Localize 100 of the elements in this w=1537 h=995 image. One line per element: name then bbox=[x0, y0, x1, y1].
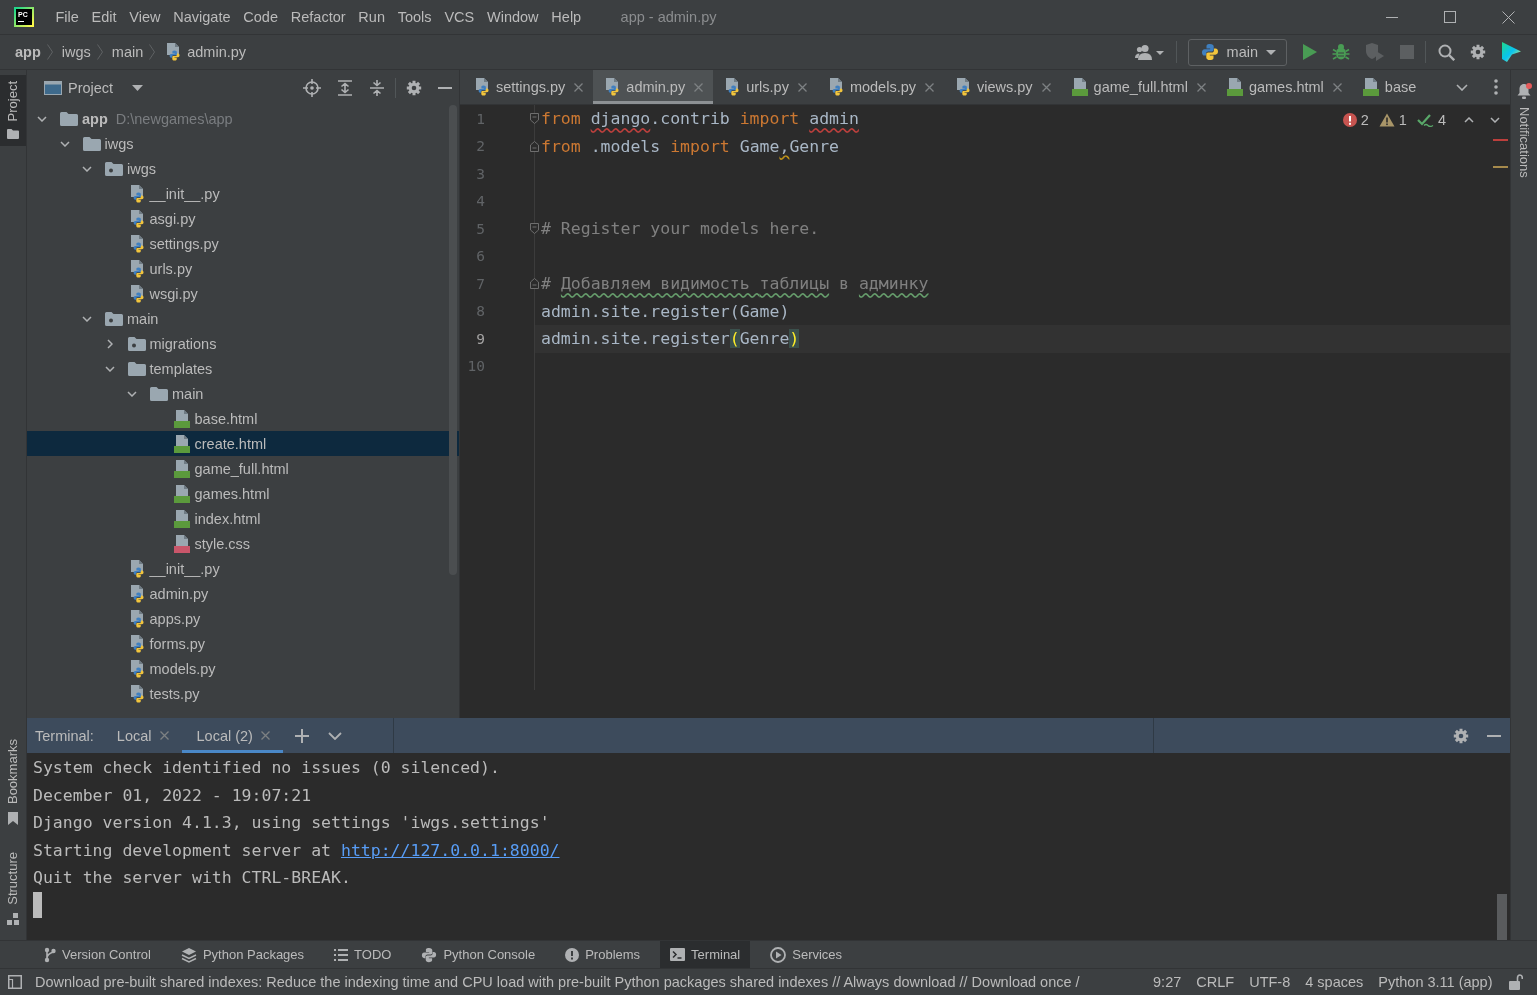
logo-icon[interactable] bbox=[1500, 42, 1521, 62]
tool-window-button[interactable]: Python Console bbox=[411, 941, 546, 968]
menu-item[interactable]: Window bbox=[480, 0, 545, 34]
minimize-icon[interactable] bbox=[1386, 16, 1398, 18]
editor-tab[interactable]: games.html bbox=[1215, 70, 1352, 104]
menu-item[interactable]: Navigate bbox=[166, 0, 237, 34]
tree-item[interactable]: app D:\newgames\app bbox=[27, 106, 459, 131]
menu-item[interactable]: Refactor bbox=[284, 0, 352, 34]
chevron-down-icon[interactable] bbox=[82, 165, 92, 172]
scrollbar-thumb[interactable] bbox=[449, 105, 457, 575]
tree-item[interactable]: iwgs bbox=[27, 156, 459, 181]
breadcrumb-item[interactable]: main bbox=[111, 35, 144, 69]
chevron-right-icon[interactable] bbox=[106, 338, 113, 349]
tree-item[interactable]: index.html bbox=[27, 506, 459, 531]
editor-tab[interactable]: base bbox=[1351, 70, 1427, 104]
tree-item[interactable]: iwgs bbox=[27, 131, 459, 156]
close-icon[interactable] bbox=[925, 82, 934, 92]
crosshair-icon[interactable] bbox=[303, 78, 321, 97]
close-icon[interactable] bbox=[1501, 10, 1515, 24]
fold-marker-icon[interactable] bbox=[530, 140, 539, 152]
lock-icon[interactable] bbox=[1508, 974, 1523, 990]
settings-icon[interactable] bbox=[1469, 44, 1486, 60]
chevron-down-icon[interactable] bbox=[59, 140, 70, 147]
status-widget[interactable]: 4 spaces bbox=[1297, 969, 1371, 995]
tree-item[interactable]: wsgi.py bbox=[27, 281, 459, 306]
tool-window-button[interactable]: Version Control bbox=[34, 941, 161, 968]
editor-tab[interactable]: game_full.html bbox=[1060, 70, 1216, 104]
tree-item[interactable]: urls.py bbox=[27, 256, 459, 281]
menu-item[interactable]: Edit bbox=[85, 0, 123, 34]
tree-item[interactable]: __init__.py bbox=[27, 181, 459, 206]
editor-tab[interactable]: urls.py bbox=[713, 70, 817, 104]
settings-icon[interactable] bbox=[1453, 727, 1469, 744]
tree-item[interactable]: __init__.py bbox=[27, 556, 459, 581]
close-icon[interactable] bbox=[1041, 82, 1051, 92]
people-icon[interactable] bbox=[1134, 44, 1165, 60]
chevron-down-icon[interactable] bbox=[37, 115, 47, 122]
tree-item[interactable]: models.py bbox=[27, 656, 459, 681]
terminal-tab[interactable]: Local bbox=[101, 718, 182, 753]
maximize-icon[interactable] bbox=[1444, 11, 1456, 23]
menu-item[interactable]: Help bbox=[544, 0, 588, 34]
close-icon[interactable] bbox=[574, 82, 584, 92]
tree-item[interactable]: main bbox=[27, 381, 459, 406]
menu-item[interactable]: View bbox=[122, 0, 167, 34]
view-selector-dropdown[interactable]: Project bbox=[68, 70, 144, 105]
menu-item[interactable]: Run bbox=[351, 0, 392, 34]
chevron-down-icon[interactable] bbox=[104, 365, 115, 372]
tree-item[interactable]: game_full.html bbox=[27, 456, 459, 481]
tool-window-button[interactable]: Python Packages bbox=[170, 941, 315, 968]
search-icon[interactable] bbox=[1437, 43, 1455, 61]
tool-window-button[interactable]: TODO bbox=[324, 941, 402, 968]
status-widget[interactable]: 9:27 bbox=[1145, 969, 1189, 995]
frame-icon[interactable] bbox=[8, 975, 22, 989]
collapse-all-icon[interactable] bbox=[369, 79, 385, 96]
tree-item[interactable]: tests.py bbox=[27, 681, 459, 706]
tool-window-button[interactable]: Services bbox=[760, 941, 853, 968]
menu-item[interactable]: Tools bbox=[391, 0, 438, 34]
editor-tab[interactable]: admin.py bbox=[593, 70, 714, 104]
tree-item[interactable]: settings.py bbox=[27, 231, 459, 256]
chevron-down-icon[interactable] bbox=[127, 390, 137, 397]
fold-marker-icon[interactable] bbox=[530, 223, 539, 235]
more-icon[interactable] bbox=[1494, 79, 1498, 95]
expand-all-icon[interactable] bbox=[337, 79, 353, 96]
chevron-down-icon[interactable] bbox=[327, 731, 342, 740]
breadcrumb-item[interactable]: admin.py bbox=[164, 35, 247, 69]
link[interactable]: http://127.0.0.1:8000/ bbox=[340, 840, 560, 860]
fold-marker-icon[interactable] bbox=[530, 113, 539, 125]
menu-item[interactable]: File bbox=[49, 0, 86, 34]
tree-item[interactable]: create.html bbox=[27, 431, 459, 456]
close-icon[interactable] bbox=[1332, 82, 1342, 92]
breadcrumb-item[interactable]: app bbox=[15, 35, 41, 69]
status-widget[interactable]: UTF-8 bbox=[1241, 969, 1298, 995]
tree-item[interactable]: admin.py bbox=[27, 581, 459, 606]
bug-icon[interactable] bbox=[1331, 43, 1350, 61]
chevron-down-icon[interactable] bbox=[1456, 83, 1468, 91]
tree-item[interactable]: migrations bbox=[27, 331, 459, 356]
chevron-down-icon[interactable] bbox=[1490, 117, 1500, 123]
tool-window-tab[interactable]: Project bbox=[0, 75, 26, 147]
run-icon[interactable] bbox=[1302, 44, 1317, 60]
chevron-down-icon[interactable] bbox=[82, 315, 92, 322]
fold-marker-icon[interactable] bbox=[530, 278, 539, 290]
tree-item[interactable]: apps.py bbox=[27, 606, 459, 631]
scrollbar-thumb[interactable] bbox=[1497, 894, 1507, 940]
tree-item[interactable]: style.css bbox=[27, 531, 459, 556]
close-icon[interactable] bbox=[1196, 82, 1206, 92]
chevron-up-icon[interactable] bbox=[1464, 117, 1474, 123]
run-configuration-dropdown[interactable]: main bbox=[1187, 38, 1287, 66]
editor-tab[interactable]: views.py bbox=[944, 70, 1061, 104]
menu-item[interactable]: Code bbox=[236, 0, 285, 34]
tree-item[interactable]: main bbox=[27, 306, 459, 331]
tree-item[interactable]: games.html bbox=[27, 481, 459, 506]
tree-item[interactable]: forms.py bbox=[27, 631, 459, 656]
tree-item[interactable]: templates bbox=[27, 356, 459, 381]
minimize-icon[interactable] bbox=[438, 86, 452, 89]
status-widget[interactable]: CRLF bbox=[1188, 969, 1242, 995]
tree-item[interactable]: asgi.py bbox=[27, 206, 459, 231]
menu-item[interactable]: VCS bbox=[438, 0, 481, 34]
tool-window-tab[interactable]: Notifications bbox=[1511, 70, 1537, 185]
minimize-icon[interactable] bbox=[1487, 734, 1501, 737]
status-widget[interactable]: Python 3.11 (app) bbox=[1370, 969, 1500, 995]
tool-window-button[interactable]: Problems bbox=[555, 941, 651, 968]
